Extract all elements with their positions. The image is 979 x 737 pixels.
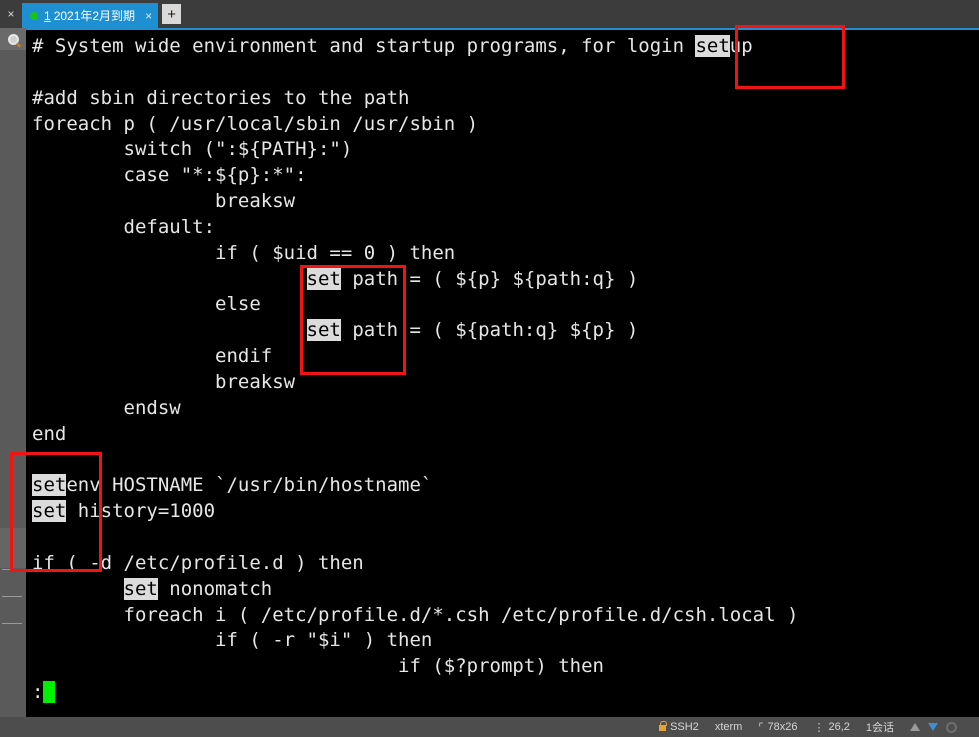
terminal-line: if ( -r "$i" ) then: [32, 628, 798, 654]
terminal-text-run: endif: [32, 345, 273, 368]
resize-icon: ⌜: [758, 721, 764, 734]
terminal-line: #add sbin directories to the path: [32, 86, 798, 112]
terminal-text-run: default:: [32, 215, 216, 238]
search-match-highlight: set: [695, 35, 730, 57]
status-size: ⌜ 78x26: [758, 721, 797, 734]
terminal-text-run: if ( -d /etc/profile.d ) then: [32, 551, 364, 574]
terminal-line: switch (":${PATH}:"): [32, 137, 798, 163]
tab-title: 2021年2月到期: [53, 9, 136, 23]
new-tab-button[interactable]: +: [162, 4, 182, 24]
terminal-line: endsw: [32, 396, 798, 422]
terminal-text-run: nonomatch: [157, 577, 273, 600]
sidebar-divider: [2, 569, 22, 570]
protocol-label: SSH2: [670, 721, 699, 733]
terminal-line: set path = ( ${path:q} ${p} ): [32, 318, 798, 344]
terminal-text-run: [32, 578, 124, 600]
status-bar: SSH2 xterm ⌜ 78x26 ⋮ 26,2 1会话: [0, 717, 979, 737]
cursor-position-icon: ⋮: [813, 721, 825, 734]
window-close-icon[interactable]: ×: [0, 0, 22, 28]
terminal-text-run: path = ( ${p} ${path:q} ): [340, 267, 639, 290]
terminal-line: :: [32, 680, 798, 706]
terminal-screen[interactable]: # System wide environment and startup pr…: [26, 28, 979, 717]
terminal-line: end: [32, 422, 798, 448]
block-cursor: [43, 681, 55, 704]
terminal-text-run: history=1000: [66, 500, 216, 523]
terminal-line: breaksw: [32, 370, 798, 396]
connected-status-dot: [30, 11, 38, 20]
terminal-text-run: if ( $uid == 0 ) then: [32, 241, 456, 264]
terminal-line: if ( -d /etc/profile.d ) then: [32, 551, 798, 577]
arrow-up-icon[interactable]: [910, 723, 920, 731]
terminal-text-run: breaksw: [32, 190, 296, 213]
terminal-text-run: foreach i ( /etc/profile.d/*.csh /etc/pr…: [32, 603, 799, 626]
terminal-text: # System wide environment and startup pr…: [32, 34, 798, 706]
terminal-text-run: case "*:${p}:*":: [32, 164, 307, 187]
status-terminal-type: xterm: [715, 721, 743, 733]
sidebar-search-button[interactable]: [0, 28, 26, 50]
terminal-line: set path = ( ${p} ${path:q} ): [32, 267, 798, 293]
terminal-line: breaksw: [32, 189, 798, 215]
terminal-text-run: up: [729, 35, 753, 57]
terminal-text-run: else: [32, 293, 261, 316]
position-label: 26,2: [828, 721, 850, 733]
search-match-highlight: set: [123, 577, 158, 600]
terminal-line: setenv HOSTNAME `/usr/bin/hostname`: [32, 473, 798, 499]
tab-session-1[interactable]: 1 2021年2月到期 ×: [22, 3, 159, 28]
sidebar-divider: [2, 596, 22, 597]
terminal-text-run: breaksw: [32, 370, 296, 393]
terminal-text-run: if ($?prompt) then: [32, 655, 604, 678]
terminal-line: # System wide environment and startup pr…: [32, 34, 798, 60]
tab-close-icon[interactable]: ×: [145, 9, 152, 23]
terminal-line: set history=1000: [32, 499, 798, 525]
search-match-highlight: set: [306, 319, 341, 342]
terminal-text-run: switch (":${PATH}:"): [32, 138, 353, 161]
search-match-highlight: set: [32, 500, 67, 523]
search-match-highlight: set: [32, 474, 67, 497]
terminal-app-window: × 1 2021年2月到期 × + # System wide environm…: [0, 0, 979, 737]
terminal-line: else: [32, 292, 798, 318]
terminal-line: if ($?prompt) then: [32, 654, 798, 680]
arrow-down-icon[interactable]: [928, 723, 938, 731]
size-label: 78x26: [767, 721, 798, 733]
terminal-line: case "*:${p}:*":: [32, 163, 798, 189]
status-sessions: 1会话: [866, 719, 894, 735]
terminal-text-run: endsw: [32, 396, 181, 419]
lock-icon: [659, 721, 668, 731]
terminal-text-run: [32, 319, 307, 341]
terminal-text-run: foreach p ( /usr/local/sbin /usr/sbin ): [32, 112, 479, 135]
circle-icon[interactable]: [946, 721, 957, 733]
terminal-text-run: env HOSTNAME `/usr/bin/hostname`: [66, 474, 433, 497]
terminal-line: endif: [32, 344, 798, 370]
shell-prompt: :: [32, 681, 44, 704]
status-cursor-position: ⋮ 26,2: [813, 721, 849, 734]
sidebar-divider: [2, 623, 22, 624]
terminal-type-label: xterm: [714, 721, 743, 733]
tab-bar: × 1 2021年2月到期 × +: [0, 0, 979, 28]
magnifier-icon: [7, 33, 19, 45]
terminal-line: foreach p ( /usr/local/sbin /usr/sbin ): [32, 112, 798, 138]
terminal-line: foreach i ( /etc/profile.d/*.csh /etc/pr…: [32, 603, 799, 629]
terminal-line: set nonomatch: [32, 577, 798, 603]
sessions-label: 1会话: [865, 722, 894, 734]
terminal-line: if ( $uid == 0 ) then: [32, 241, 798, 267]
terminal-text-run: [32, 268, 307, 290]
search-match-highlight: set: [306, 267, 341, 290]
status-transfer[interactable]: [910, 721, 963, 733]
terminal-text-run: #add sbin directories to the path: [32, 86, 410, 109]
terminal-text-run: path = ( ${path:q} ${p} ): [340, 319, 639, 342]
terminal-text-run: end: [32, 422, 67, 445]
tab-number: 1: [44, 8, 51, 23]
terminal-line: default:: [32, 215, 798, 241]
terminal-text-run: if ( -r "$i" ) then: [32, 629, 433, 652]
left-sidebar: [0, 28, 26, 717]
terminal-text-run: # System wide environment and startup pr…: [32, 35, 696, 57]
status-protocol: SSH2: [659, 721, 699, 733]
sidebar-band: [0, 528, 26, 568]
